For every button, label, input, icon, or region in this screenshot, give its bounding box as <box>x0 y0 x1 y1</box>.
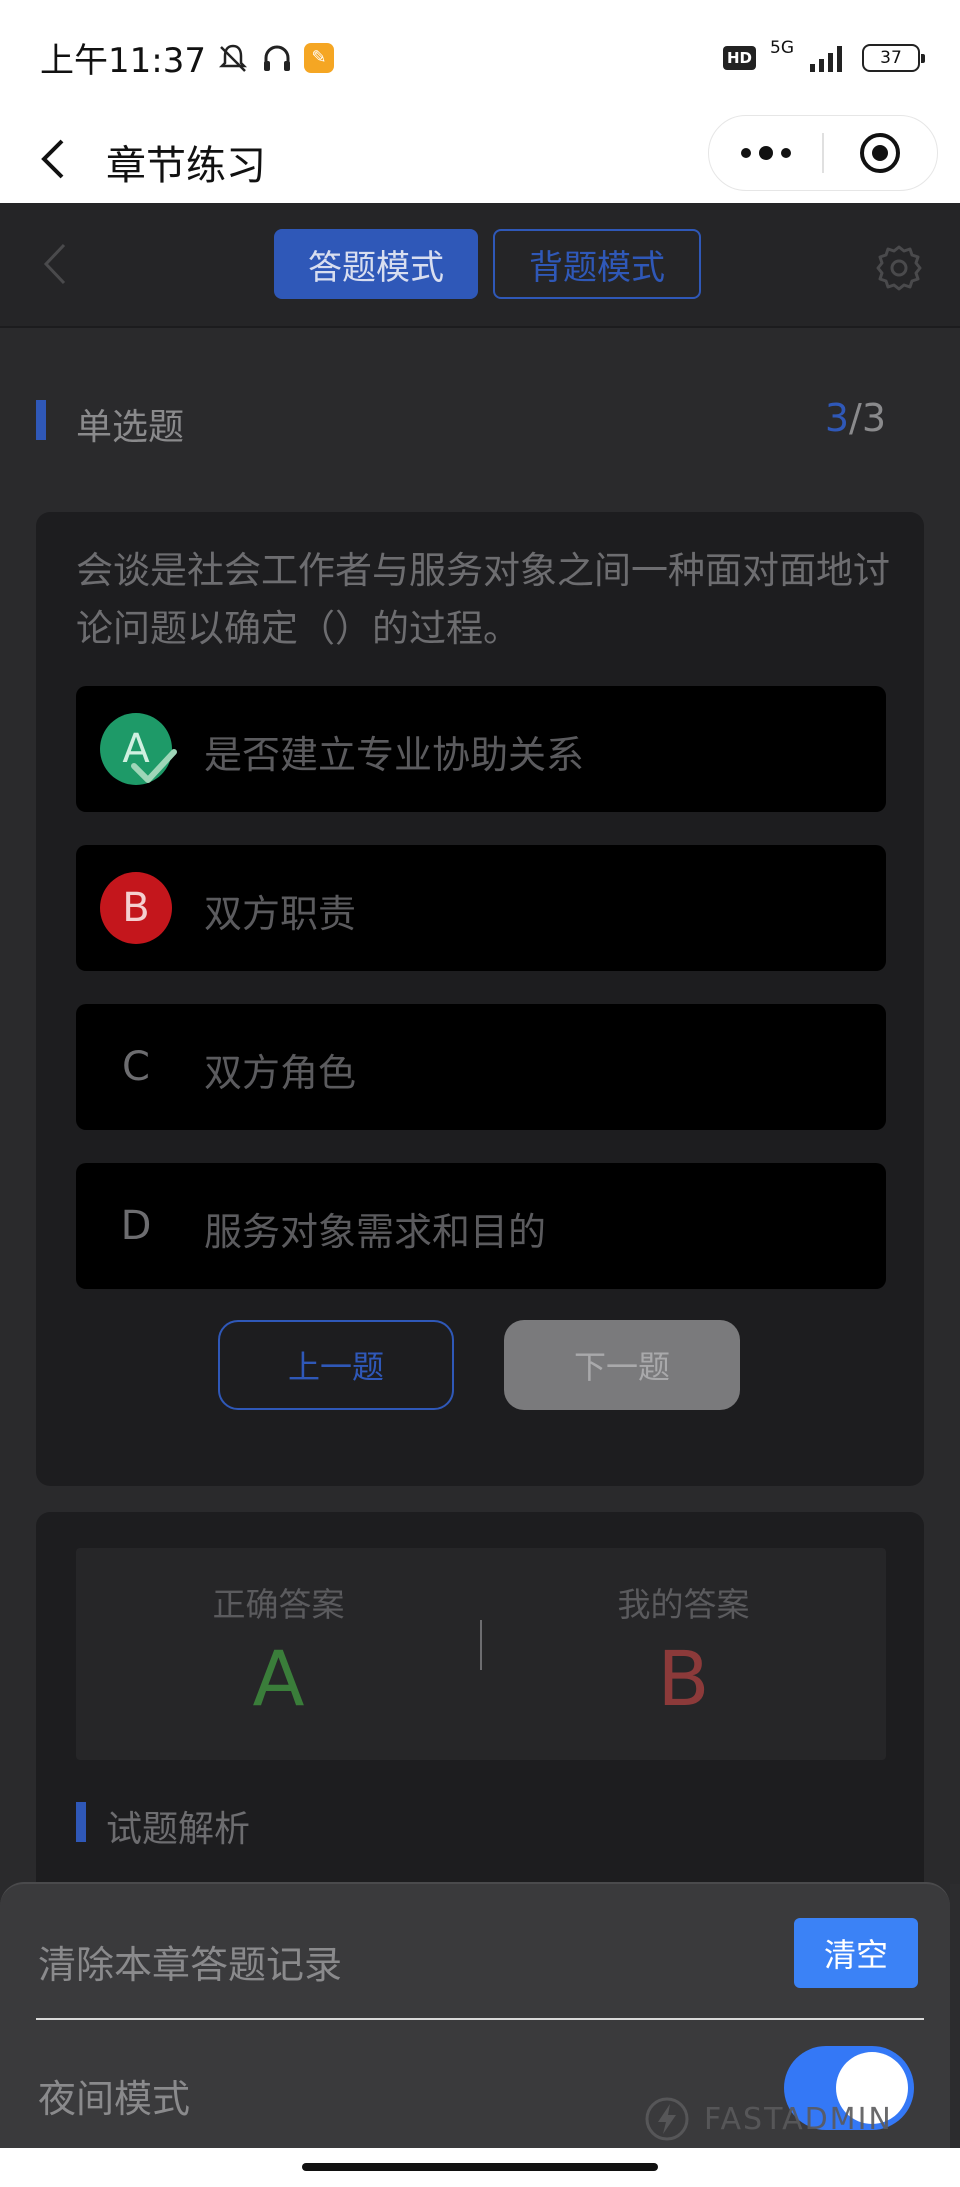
my-answer-label: 我的答案 <box>617 1585 750 1624</box>
section-marker <box>36 400 46 440</box>
option-d[interactable]: D 服务对象需求和目的 <box>76 1163 886 1289</box>
option-text-a: 是否建立专业协助关系 <box>204 733 585 777</box>
question-type-row: 单选题 3/3 <box>0 380 960 460</box>
correct-answer-label: 正确答案 <box>212 1585 345 1624</box>
analysis-label: 试题解析 <box>106 1809 251 1850</box>
close-miniprogram-icon[interactable] <box>824 115 937 191</box>
question-text: 会谈是社会工作者与服务对象之间一种面对面地讨论问题以确定（）的过程。 <box>76 549 890 650</box>
check-icon <box>130 746 178 790</box>
tab-answer-mode[interactable]: 答题模式 <box>274 229 478 299</box>
settings-gear-icon[interactable] <box>874 243 924 297</box>
capsule-menu <box>708 115 938 191</box>
home-indicator[interactable] <box>302 2163 658 2171</box>
analysis-marker <box>76 1802 86 1842</box>
correct-answer-column: 正确答案 A <box>76 1578 481 1723</box>
question-type-label: 单选题 <box>76 407 185 448</box>
option-letter-c: C <box>122 1044 150 1090</box>
sheet-divider <box>36 2018 924 2020</box>
network-label: 5G <box>770 37 794 58</box>
mini-program-nav: 章节练习 <box>0 115 960 203</box>
prev-question-button[interactable]: 上一题 <box>218 1320 454 1410</box>
question-counter: 3/3 <box>825 396 886 440</box>
signal-icon <box>808 44 848 72</box>
my-answer-column: 我的答案 B <box>481 1578 886 1723</box>
clear-button[interactable]: 清空 <box>794 1918 918 1988</box>
answer-card: 正确答案 A 我的答案 B 试题解析 <box>36 1512 924 1912</box>
watermark: FASTADMIN <box>644 2096 893 2142</box>
bolt-icon <box>645 2097 689 2141</box>
status-right: HD 5G 37 <box>722 38 925 72</box>
option-letter-d: D <box>120 1203 152 1249</box>
status-time: 上午11:37 <box>40 41 206 81</box>
battery-icon: 37 <box>862 43 925 72</box>
next-question-button[interactable]: 下一题 <box>504 1320 740 1410</box>
header-back-icon[interactable] <box>40 239 70 293</box>
more-icon[interactable] <box>709 115 822 191</box>
option-text-d: 服务对象需求和目的 <box>204 1210 547 1254</box>
tab-memorize-mode[interactable]: 背题模式 <box>493 229 701 299</box>
back-arrow-icon[interactable] <box>34 133 74 185</box>
battery-level: 37 <box>880 47 902 68</box>
app-notification-icon: ✎ <box>303 42 334 73</box>
option-text-b: 双方职责 <box>204 892 357 936</box>
question-card: 会谈是社会工作者与服务对象之间一种面对面地讨论问题以确定（）的过程。 A 是否建… <box>36 512 924 1486</box>
option-c[interactable]: C 双方角色 <box>76 1004 886 1130</box>
page-header: 答题模式 背题模式 <box>0 203 960 328</box>
hd-badge: HD <box>722 45 756 70</box>
option-b[interactable]: B 双方职责 <box>76 845 886 971</box>
clear-record-label: 清除本章答题记录 <box>38 1943 343 1987</box>
status-left: 上午11:37 ✎ <box>40 33 334 82</box>
option-text-c: 双方角色 <box>204 1051 357 1095</box>
night-mode-label: 夜间模式 <box>38 2077 191 2121</box>
option-a[interactable]: A 是否建立专业协助关系 <box>76 686 886 812</box>
option-letter-b: B <box>100 872 172 944</box>
page-title: 章节练习 <box>106 143 266 189</box>
headphones-icon <box>260 41 294 75</box>
answer-compare-box: 正确答案 A 我的答案 B <box>76 1548 886 1760</box>
mute-icon <box>216 41 250 75</box>
question-current: 3 <box>824 396 850 440</box>
question-total: /3 <box>849 396 886 440</box>
watermark-text: FASTADMIN <box>704 2101 893 2137</box>
my-answer-value: B <box>657 1634 710 1723</box>
scrollbar[interactable] <box>950 1884 960 2187</box>
correct-answer-value: A <box>252 1634 305 1723</box>
status-bar: 上午11:37 ✎ HD 5G 37 <box>0 0 960 115</box>
